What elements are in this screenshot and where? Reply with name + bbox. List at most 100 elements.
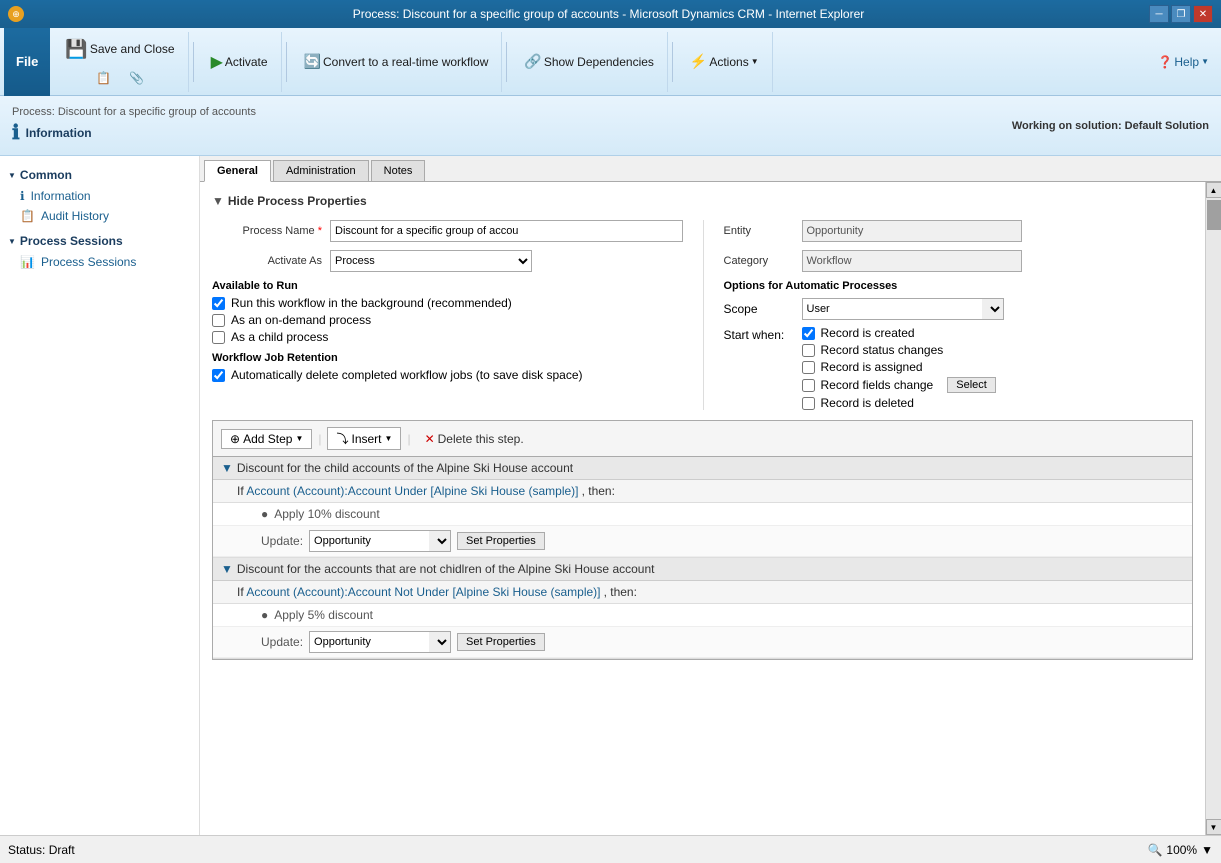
tabs: General Administration Notes [200, 156, 1221, 182]
record-fields-label: Record fields change [821, 378, 934, 392]
attach-icon: 📋 [96, 71, 111, 85]
step1-update-label: Update: [261, 534, 303, 548]
info-small-icon: ℹ [20, 189, 25, 203]
minimize-button[interactable]: ─ [1149, 5, 1169, 23]
common-triangle-icon: ▼ [8, 171, 16, 180]
step1-condition: If Account (Account):Account Under [Alpi… [213, 480, 1192, 503]
status-text: Status: Draft [8, 843, 75, 857]
step2-condition: If Account (Account):Account Not Under [… [213, 581, 1192, 604]
audit-icon: 📋 [20, 209, 35, 223]
activate-button[interactable]: ▶ Activate [204, 48, 275, 76]
step1-update-select[interactable]: ▼ [429, 530, 451, 552]
form-grid: Process Name Activate As ▼ [212, 220, 1193, 410]
step1-bullet: ● Apply 10% discount [213, 503, 1192, 526]
activate-as-label: Activate As [212, 255, 322, 267]
sidebar-item-process-sessions[interactable]: 📊 Process Sessions [0, 252, 199, 272]
scroll-down-button[interactable]: ▼ [1206, 819, 1221, 835]
on-demand-checkbox[interactable] [212, 314, 225, 327]
start-when-row: Start when: Record is created [724, 326, 1194, 410]
form-right: Entity Opportunity Category Workflow [703, 220, 1194, 410]
activate-as-select[interactable]: ▼ [510, 250, 532, 272]
scroll-thumb[interactable] [1207, 200, 1221, 230]
insert-dropdown-icon: ▼ [385, 434, 393, 443]
auto-delete-checkbox[interactable] [212, 369, 225, 382]
tab-administration[interactable]: Administration [273, 160, 369, 181]
child-process-checkbox[interactable] [212, 331, 225, 344]
scroll-up-button[interactable]: ▲ [1206, 182, 1221, 198]
process-name-label: Process Name [212, 225, 322, 237]
sidebar-info-label: Information [31, 189, 91, 203]
step1-update-input [309, 530, 429, 552]
help-button[interactable]: ❓ Help ▼ [1149, 52, 1217, 72]
insert-button[interactable]: ⤵ Insert ▼ [327, 427, 401, 450]
help-dropdown-icon: ▼ [1201, 57, 1209, 66]
save-close-button[interactable]: 💾 Save and Close [58, 35, 181, 64]
record-status-label: Record status changes [821, 343, 944, 357]
record-assigned-checkbox[interactable] [802, 361, 815, 374]
record-deleted-checkbox[interactable] [802, 397, 815, 410]
restore-button[interactable]: ❐ [1171, 5, 1191, 23]
record-deleted-label: Record is deleted [821, 396, 914, 410]
step2-condition-link[interactable]: Account (Account):Account Not Under [Alp… [246, 585, 600, 599]
on-demand-label: As an on-demand process [231, 313, 371, 327]
run-background-row: Run this workflow in the background (rec… [212, 296, 683, 310]
step2-update-select[interactable]: ▼ [429, 631, 451, 653]
section-title: Hide Process Properties [228, 194, 367, 208]
sidebar-section-process-sessions[interactable]: ▼ Process Sessions [0, 230, 199, 252]
content-area: General Administration Notes ▼ Hide Proc… [200, 156, 1221, 835]
category-value: Workflow [802, 250, 1022, 272]
step1-title: Discount for the child accounts of the A… [237, 461, 573, 475]
paperclip-button[interactable]: 📎 [122, 67, 151, 89]
tab-general[interactable]: General [204, 160, 271, 182]
record-status-checkbox[interactable] [802, 344, 815, 357]
actions-button[interactable]: ⚡ Actions ▼ [683, 49, 766, 74]
record-fields-checkbox[interactable] [802, 379, 815, 392]
attach-button[interactable]: 📋 [89, 67, 118, 89]
step2-set-props-button[interactable]: Set Properties [457, 633, 545, 651]
record-created-checkbox[interactable] [802, 327, 815, 340]
step1-bullet-icon: ● [261, 507, 268, 521]
scroll-area: ▼ Hide Process Properties Process Name [200, 182, 1221, 835]
step2-bullet-text: Apply 5% discount [274, 608, 373, 622]
process-icon: 📊 [20, 255, 35, 269]
form-scroll-content: ▼ Hide Process Properties Process Name [200, 182, 1205, 835]
record-fields-row: Record fields change Select [802, 377, 996, 393]
scroll-track[interactable] [1206, 198, 1221, 819]
add-step-button[interactable]: ⊕ Add Step ▼ [221, 429, 312, 449]
process-group-label: Process Sessions [20, 234, 123, 248]
step1-condition-link[interactable]: Account (Account):Account Under [Alpine … [246, 484, 578, 498]
delete-step-button[interactable]: ✕ Delete this step. [417, 430, 532, 448]
select-button[interactable]: Select [947, 377, 996, 393]
sidebar-section-common[interactable]: ▼ Common [0, 164, 199, 186]
main-layout: ▼ Common ℹ Information 📋 Audit History ▼… [0, 156, 1221, 835]
step1-if-label: If [237, 484, 246, 498]
show-deps-button[interactable]: 🔗 Show Dependencies [517, 49, 661, 74]
section-toggle-icon[interactable]: ▼ [212, 194, 224, 208]
sidebar-item-audit-history[interactable]: 📋 Audit History [0, 206, 199, 226]
run-background-checkbox[interactable] [212, 297, 225, 310]
step2-update-label: Update: [261, 635, 303, 649]
convert-button[interactable]: 🔄 Convert to a real-time workflow [297, 49, 496, 74]
process-name-row: Process Name [212, 220, 683, 242]
step1-then-label: , then: [582, 484, 615, 498]
solution-label: Working on solution: Default Solution [1012, 120, 1209, 132]
options-section: Options for Automatic Processes Scope ▼ [724, 280, 1194, 410]
close-button[interactable]: ✕ [1193, 5, 1213, 23]
file-button[interactable]: File [4, 28, 50, 96]
scope-row: Scope ▼ [724, 298, 1194, 320]
process-name-input[interactable] [330, 220, 683, 242]
category-label: Category [724, 255, 794, 267]
step1-set-props-button[interactable]: Set Properties [457, 532, 545, 550]
process-triangle-icon: ▼ [8, 237, 16, 246]
toolbar-divider-4 [672, 42, 673, 82]
step1-toggle-icon[interactable]: ▼ [221, 461, 233, 475]
sidebar-audit-label: Audit History [41, 209, 109, 223]
entity-value: Opportunity [802, 220, 1022, 242]
sidebar-item-information[interactable]: ℹ Information [0, 186, 199, 206]
zoom-dropdown-icon[interactable]: ▼ [1201, 843, 1213, 857]
step2-toggle-icon[interactable]: ▼ [221, 562, 233, 576]
record-created-label: Record is created [821, 326, 915, 340]
tab-notes[interactable]: Notes [371, 160, 426, 181]
scope-select[interactable]: ▼ [982, 298, 1004, 320]
breadcrumb: Process: Discount for a specific group o… [12, 106, 256, 118]
